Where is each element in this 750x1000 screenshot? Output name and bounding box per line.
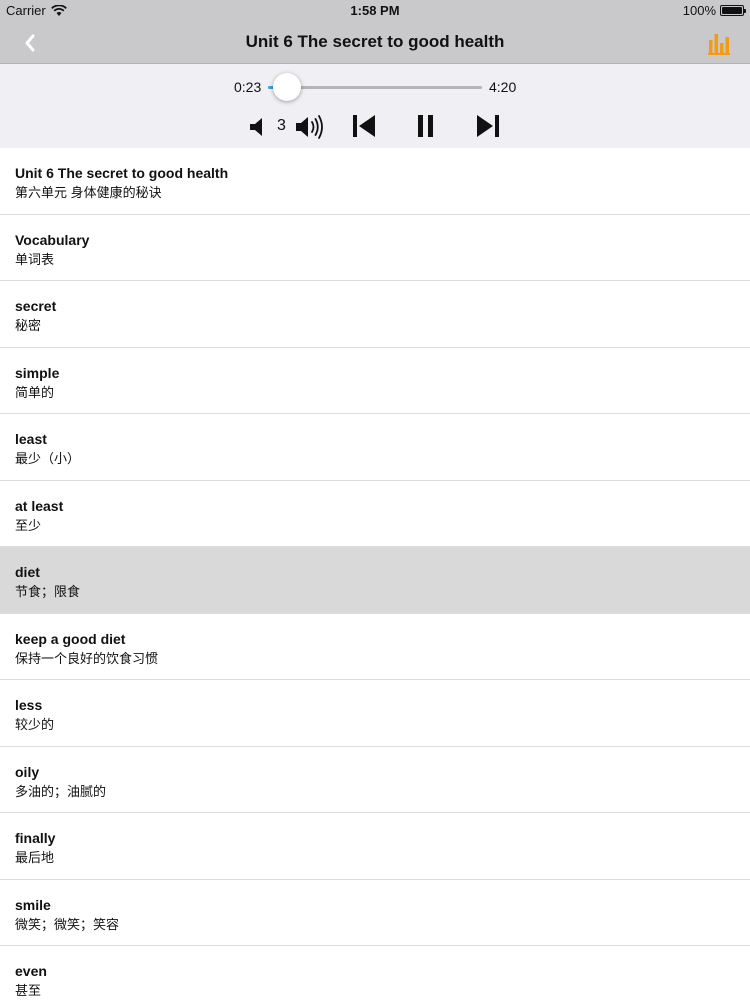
list-item[interactable]: diet 节食；限食 (0, 547, 750, 614)
item-english: simple (15, 364, 60, 381)
battery-status: 100% (682, 3, 746, 18)
list-item[interactable]: less 较少的 (0, 680, 750, 747)
item-english: at least (15, 497, 64, 514)
list-item[interactable]: least 最少（小） (0, 414, 750, 481)
item-chinese: 最后地 (15, 850, 55, 865)
list-item[interactable]: simple 简单的 (0, 347, 750, 414)
item-chinese: 单词表 (15, 251, 55, 267)
previous-track-button[interactable] (351, 113, 377, 144)
item-chinese: 多油的；油腻的 (15, 783, 107, 799)
audio-player: 0:23 4:20 3 (0, 64, 750, 148)
item-english: less (15, 697, 43, 713)
status-bar: Carrier 1:58 PM 100% (0, 0, 750, 22)
item-chinese: 秘密 (15, 318, 42, 333)
vocabulary-list: Unit 6 The secret to good health 第六单元 身体健… (0, 148, 750, 1000)
list-item[interactable]: finally 最后地 (0, 813, 750, 880)
clock: 1:58 PM (350, 3, 400, 18)
battery-percent: 100% (682, 3, 716, 18)
item-chinese: 微笑；微笑；笑容 (15, 916, 120, 932)
progress-thumb[interactable] (272, 73, 301, 101)
pause-button[interactable] (413, 113, 439, 144)
progress-slider[interactable] (268, 73, 482, 101)
navigation-bar: Unit 6 The secret to good health (0, 22, 750, 64)
list-item[interactable]: smile 微笑；微笑；笑容 (0, 879, 750, 946)
item-chinese: 较少的 (15, 717, 55, 732)
item-chinese: 节食；限食 (15, 584, 81, 599)
skip-previous-icon (353, 115, 375, 137)
item-chinese: 保持一个良好的饮食习惯 (15, 650, 159, 666)
item-chinese: 简单的 (15, 384, 55, 400)
equalizer-button[interactable] (708, 30, 732, 56)
item-chinese: 第六单元 身体健康的秘诀 (15, 185, 162, 200)
item-english: oily (15, 763, 40, 780)
list-item[interactable]: even 甚至 (0, 946, 750, 1000)
item-english: secret (15, 298, 57, 314)
list-item[interactable]: keep a good diet 保持一个良好的饮食习惯 (0, 613, 750, 680)
item-english: Unit 6 The secret to good health (15, 165, 229, 181)
list-item[interactable]: Vocabulary 单词表 (0, 214, 750, 281)
skip-next-icon (477, 115, 499, 137)
item-english: least (15, 431, 47, 447)
equalizer-icon (708, 34, 730, 55)
item-chinese: 至少 (15, 517, 42, 533)
list-item[interactable]: at least 至少 (0, 480, 750, 547)
list-item[interactable]: oily 多油的；油腻的 (0, 746, 750, 813)
list-item[interactable]: secret 秘密 (0, 281, 750, 348)
total-time: 4:20 (489, 79, 517, 95)
next-track-button[interactable] (475, 113, 501, 144)
page-title: Unit 6 The secret to good health (245, 32, 505, 51)
pause-icon (418, 115, 433, 137)
current-time: 0:23 (234, 79, 262, 95)
speaker-high-icon (296, 115, 323, 139)
item-english: diet (15, 564, 40, 580)
volume-down-button[interactable] (248, 116, 266, 143)
volume-level: 3 (277, 117, 286, 134)
item-english: keep a good diet (15, 630, 126, 647)
battery-icon (720, 5, 746, 16)
item-english: Vocabulary (15, 231, 90, 248)
list-item[interactable]: Unit 6 The secret to good health 第六单元 身体健… (0, 148, 750, 215)
item-english: smile (15, 896, 51, 913)
item-english: finally (15, 830, 56, 846)
volume-up-button[interactable] (294, 113, 326, 146)
speaker-low-icon (250, 118, 262, 136)
item-chinese: 最少（小） (15, 451, 81, 466)
item-english: even (15, 963, 47, 979)
item-chinese: 甚至 (15, 983, 42, 998)
